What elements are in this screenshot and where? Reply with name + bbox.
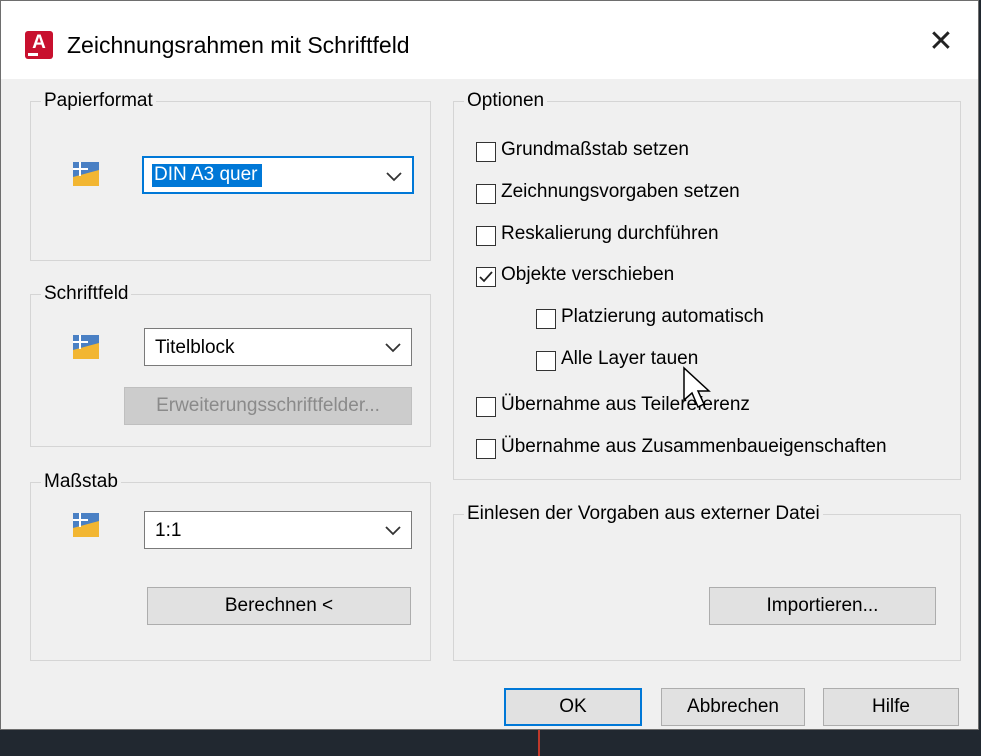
cancel-button[interactable]: Abbrechen	[661, 688, 805, 726]
einlesen-group: Einlesen der Vorgaben aus externer Datei	[453, 503, 961, 661]
option-label: Alle Layer tauen	[561, 348, 699, 369]
dialog-title: Zeichnungsrahmen mit Schriftfeld	[67, 32, 410, 58]
papierformat-legend: Papierformat	[44, 90, 153, 111]
import-button[interactable]: Importieren...	[709, 587, 936, 625]
massstab-group: Maßstab	[30, 471, 431, 661]
option-label: Übernahme aus Teilereferenz	[501, 394, 750, 415]
checkbox[interactable]	[476, 142, 496, 162]
checkbox-checked[interactable]	[476, 267, 496, 287]
massstab-select[interactable]: 1:1	[144, 511, 412, 549]
papierformat-value: DIN A3 quer	[152, 164, 262, 187]
drawing-frame-dialog: A Zeichnungsrahmen mit Schriftfeld ✕ Pap…	[0, 0, 979, 730]
einlesen-legend: Einlesen der Vorgaben aus externer Datei	[467, 503, 820, 524]
mouse-pointer-icon	[683, 366, 711, 409]
chevron-down-icon	[385, 343, 401, 353]
schriftfeld-value: Titelblock	[155, 337, 235, 358]
checkbox[interactable]	[476, 439, 496, 459]
option-label: Reskalierung durchführen	[501, 223, 719, 244]
optionen-legend: Optionen	[467, 90, 545, 111]
schriftfeld-legend: Schriftfeld	[44, 283, 129, 304]
help-button[interactable]: Hilfe	[823, 688, 959, 726]
scale-icon	[73, 513, 99, 537]
calculate-button[interactable]: Berechnen <	[147, 587, 411, 625]
paper-format-icon	[73, 162, 99, 186]
close-button[interactable]: ✕	[916, 23, 966, 63]
close-icon: ✕	[928, 25, 954, 58]
option-label: Übernahme aus Zusammenbaueigenschaften	[501, 436, 887, 457]
papierformat-select[interactable]: DIN A3 quer	[142, 156, 414, 194]
app-icon-letter: A	[32, 32, 46, 53]
checkbox[interactable]	[536, 351, 556, 371]
option-label: Grundmaßstab setzen	[501, 139, 689, 160]
option-label: Objekte verschieben	[501, 264, 675, 285]
massstab-value: 1:1	[155, 520, 182, 541]
checkmark-icon	[479, 271, 493, 283]
chevron-down-icon	[386, 172, 402, 182]
schriftfeld-select[interactable]: Titelblock	[144, 328, 412, 366]
cad-red-axis-line	[538, 730, 540, 756]
checkbox[interactable]	[476, 226, 496, 246]
autocad-app-icon: A	[25, 31, 53, 59]
massstab-legend: Maßstab	[44, 471, 118, 492]
option-label: Platzierung automatisch	[561, 306, 764, 327]
checkbox[interactable]	[476, 397, 496, 417]
extension-title-blocks-button[interactable]: Erweiterungsschriftfelder...	[124, 387, 412, 425]
checkbox[interactable]	[476, 184, 496, 204]
checkbox[interactable]	[536, 309, 556, 329]
option-label: Zeichnungsvorgaben setzen	[501, 181, 740, 202]
ok-button[interactable]: OK	[504, 688, 642, 726]
title-block-icon	[73, 335, 99, 359]
title-bar[interactable]: A Zeichnungsrahmen mit Schriftfeld ✕	[1, 1, 978, 79]
chevron-down-icon	[385, 526, 401, 536]
